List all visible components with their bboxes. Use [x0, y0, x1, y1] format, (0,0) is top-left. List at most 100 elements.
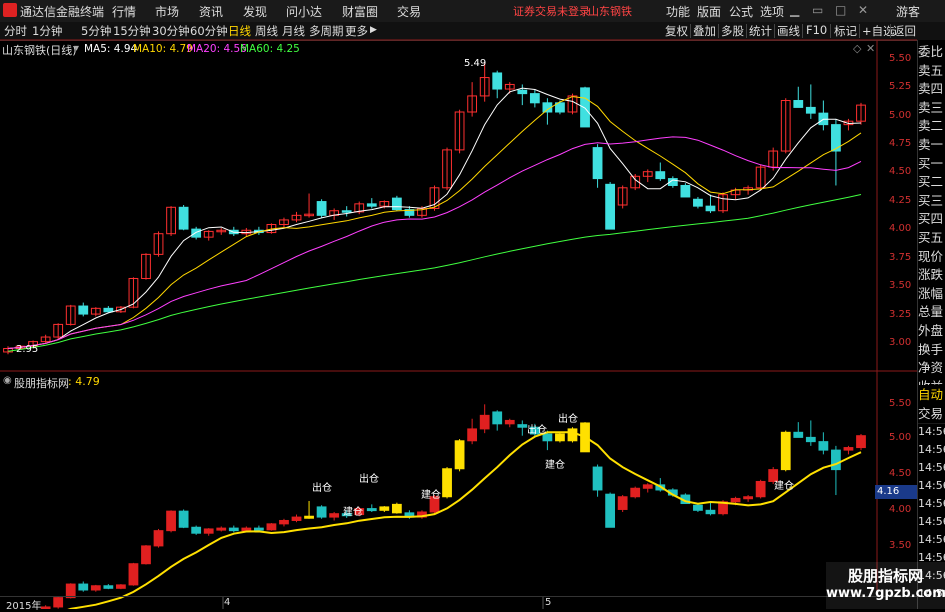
quote-label: 买五 — [918, 228, 945, 248]
tick-time: 14:56 — [918, 533, 945, 546]
signal-label: 建仓 — [774, 481, 794, 492]
sub-candle-body — [153, 530, 164, 547]
sub-candle-body — [266, 523, 277, 531]
sub-y-tick: 5.00 — [889, 432, 912, 443]
quote-label: 卖四 — [918, 79, 945, 100]
candle-body — [191, 228, 202, 238]
y-tick: 4.50 — [889, 166, 912, 177]
candle-body — [492, 72, 503, 90]
signal-label: 建仓 — [421, 490, 441, 501]
candle-body — [391, 197, 402, 211]
y-tick: 5.00 — [889, 110, 912, 121]
sub-candle-body — [617, 496, 628, 510]
sub-candle-body — [291, 516, 302, 521]
sub-candle-body — [856, 435, 866, 449]
sub-candle-body — [90, 585, 101, 591]
watermark-title: 股朋指标网 — [847, 567, 923, 585]
candle-body — [366, 203, 377, 207]
sub-candle-body — [128, 563, 139, 586]
sub-candle-body — [241, 527, 252, 532]
candle-body — [805, 106, 816, 114]
sub-candle-body — [316, 506, 327, 518]
signal-label: 出仓 — [558, 414, 578, 425]
tick-time: 14:56 — [918, 479, 945, 492]
sub-candle-body — [567, 428, 578, 442]
sub-candle-body — [630, 487, 641, 498]
y-tick: 3.00 — [889, 337, 912, 348]
sub-candle-body — [253, 527, 264, 531]
quote-label: 净资 — [918, 358, 945, 379]
sub-options-icon[interactable]: ◉ — [3, 375, 12, 386]
sub-candle-body — [216, 527, 227, 531]
quote-label: 涨跌 — [918, 265, 945, 286]
sub-y-tick: 4.00 — [889, 504, 912, 515]
sub-candle-body — [818, 441, 829, 451]
sub-candle-body — [304, 515, 314, 519]
quote-label: 买二 — [918, 172, 945, 193]
sub-candle-body — [166, 510, 176, 532]
sub-candle-body — [379, 506, 390, 511]
sub-candle-body — [116, 584, 126, 589]
tick-time: 14:56 — [918, 515, 945, 528]
high-label: 5.49 — [464, 58, 487, 69]
sub-candle-body — [191, 526, 202, 534]
tab-trade[interactable]: 交易 — [918, 404, 945, 424]
sub-candle-body — [391, 503, 402, 514]
tick-time: 14:56 — [918, 425, 945, 438]
sub-candle-body — [279, 519, 289, 525]
sub-candle-body — [780, 431, 791, 471]
candle-body — [78, 305, 89, 315]
signal-label: 建仓 — [545, 460, 565, 471]
sub-candle-body — [203, 528, 214, 534]
sub-candle-body — [467, 428, 478, 442]
sub-candle-body — [504, 419, 515, 425]
quote-label: 涨幅 — [918, 283, 945, 304]
sub-y-tick: 3.50 — [889, 540, 912, 551]
x-label: 5 — [545, 597, 552, 608]
quote-label: 卖二 — [918, 116, 945, 137]
candle-body — [793, 100, 804, 108]
tab-auto[interactable]: 自动 — [918, 385, 945, 405]
quote-label: 卖五 — [918, 60, 945, 81]
sub-candle-body — [228, 527, 239, 532]
kline-chart[interactable] — [0, 0, 945, 609]
sub-candle-body — [442, 468, 452, 498]
sub-candle-body — [454, 440, 465, 470]
signal-label: 出仓 — [527, 425, 547, 436]
y-tick: 4.00 — [889, 223, 912, 234]
sub-candle-body — [366, 508, 377, 512]
candle-body — [103, 307, 114, 313]
ma-line — [7, 87, 862, 349]
sub-candle-body — [843, 447, 854, 451]
y-tick: 4.25 — [889, 195, 912, 206]
current-price-tag: 4.16 — [875, 485, 917, 499]
quote-label: 卖三 — [918, 97, 945, 118]
y-tick: 3.25 — [889, 309, 912, 320]
sub-y-tick: 5.50 — [889, 398, 912, 409]
tick-time: 14:56 — [918, 497, 945, 510]
candle-body — [655, 171, 666, 180]
candle-body — [680, 184, 691, 198]
y-tick: 3.50 — [889, 280, 912, 291]
candle-body — [580, 87, 590, 128]
sub-candle-body — [103, 585, 114, 589]
y-tick: 5.25 — [889, 81, 912, 92]
candle-body — [705, 205, 716, 212]
x-axis — [0, 596, 918, 610]
candle-body — [529, 93, 540, 104]
y-tick: 4.75 — [889, 138, 912, 149]
sub-candle-body — [743, 496, 753, 500]
sub-candle-body — [805, 436, 816, 443]
sub-candle-body — [693, 504, 703, 511]
watermark-url: www.7gpzb.com — [826, 586, 945, 601]
candle-body — [178, 206, 189, 230]
signal-label: 建仓 — [343, 507, 363, 518]
sub-indicator-value: : 4.79 — [68, 375, 100, 388]
watermark: 股朋指标网 www.7gpzb.com — [826, 562, 945, 609]
quote-label: 外盘 — [918, 321, 945, 341]
sub-candle-body — [605, 493, 616, 528]
sub-candle-body — [517, 424, 528, 428]
quote-label: 现价 — [918, 246, 945, 267]
quote-label: 卖一 — [918, 135, 945, 155]
sub-candle-body — [793, 431, 804, 438]
